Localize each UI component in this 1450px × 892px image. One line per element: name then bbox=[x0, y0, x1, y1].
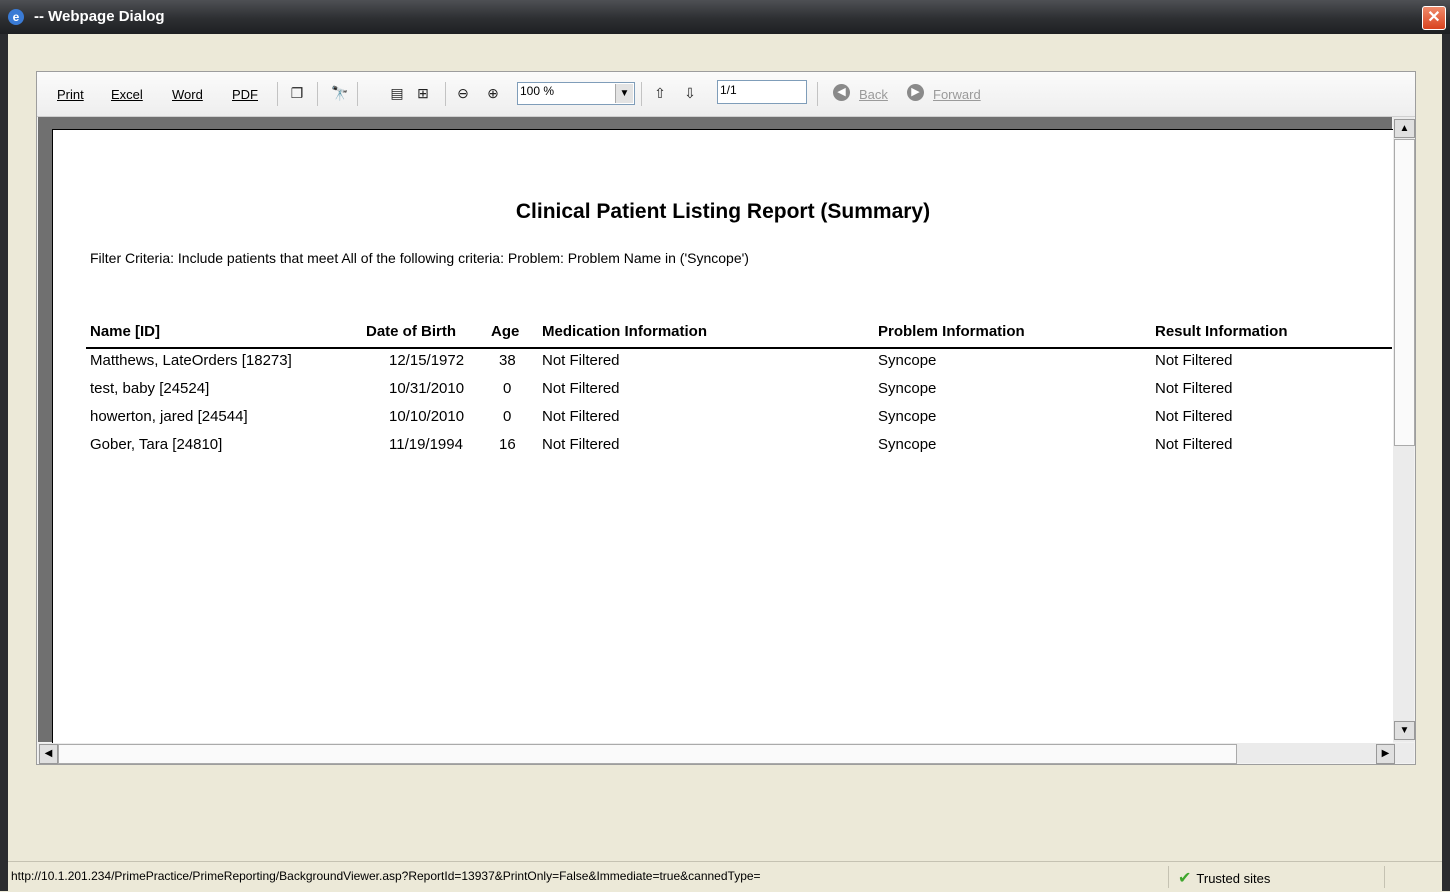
vertical-scrollbar[interactable]: ▲ ▼ bbox=[1393, 117, 1415, 742]
patient-age: 38 bbox=[499, 352, 516, 369]
table-row: test, baby [24524] 10/31/2010 0 Not Filt… bbox=[53, 380, 1393, 408]
problem-info: Syncope bbox=[878, 436, 937, 453]
patient-name: howerton, jared [24544] bbox=[90, 408, 248, 425]
patient-dob: 12/15/1972 bbox=[389, 352, 465, 369]
back-button[interactable]: Back bbox=[859, 87, 888, 102]
zoom-in-icon[interactable]: ⊕ bbox=[485, 85, 501, 101]
report-title: Clinical Patient Listing Report (Summary… bbox=[515, 200, 931, 223]
result-info: Not Filtered bbox=[1155, 408, 1233, 425]
medication-info: Not Filtered bbox=[542, 408, 620, 425]
patient-age: 0 bbox=[503, 408, 512, 425]
toolbar-separator bbox=[317, 82, 318, 106]
problem-info: Syncope bbox=[878, 352, 937, 369]
scroll-left-icon[interactable]: ◀ bbox=[39, 744, 58, 764]
window-frame-left bbox=[0, 34, 8, 891]
toolbar-separator bbox=[641, 82, 642, 106]
toolbar-separator bbox=[357, 82, 358, 106]
status-divider bbox=[1168, 866, 1169, 888]
scroll-right-icon[interactable]: ▶ bbox=[1376, 744, 1395, 764]
forward-button[interactable]: Forward bbox=[933, 87, 981, 102]
patient-dob: 11/19/1994 bbox=[389, 436, 463, 453]
patient-age: 0 bbox=[503, 380, 512, 397]
patient-age: 16 bbox=[499, 436, 516, 453]
toolbar-separator bbox=[277, 82, 278, 106]
header-rule bbox=[86, 347, 1392, 349]
column-header-result: Result Information bbox=[1155, 323, 1288, 340]
problem-info: Syncope bbox=[878, 380, 937, 397]
ie-icon: e bbox=[8, 9, 24, 25]
column-header-medication: Medication Information bbox=[542, 323, 707, 340]
previous-page-icon[interactable]: ⇧ bbox=[652, 85, 668, 101]
horizontal-scrollbar[interactable]: ◀ ▶ bbox=[38, 743, 1414, 764]
forward-arrow-icon[interactable]: ▶ bbox=[907, 84, 924, 101]
zoom-out-icon[interactable]: ⊖ bbox=[455, 85, 471, 101]
table-row: howerton, jared [24544] 10/10/2010 0 Not… bbox=[53, 408, 1393, 436]
page-value: 1/1 bbox=[720, 83, 737, 97]
patient-name: test, baby [24524] bbox=[90, 380, 210, 397]
toolbar-separator bbox=[817, 82, 818, 106]
medication-info: Not Filtered bbox=[542, 352, 620, 369]
column-header-dob: Date of Birth bbox=[366, 323, 456, 340]
problem-info: Syncope bbox=[878, 408, 937, 425]
medication-info: Not Filtered bbox=[542, 436, 620, 453]
status-url: http://10.1.201.234/PrimePractice/PrimeR… bbox=[11, 869, 761, 883]
patient-dob: 10/31/2010 bbox=[389, 380, 465, 397]
title-bar: e -- Webpage Dialog ✕ bbox=[0, 0, 1450, 34]
toolbar-separator bbox=[445, 82, 446, 106]
single-page-icon[interactable]: ▤ bbox=[389, 85, 405, 101]
scroll-down-icon[interactable]: ▼ bbox=[1394, 721, 1415, 740]
column-header-name: Name [ID] bbox=[90, 323, 161, 340]
security-zone: ✔ Trusted sites bbox=[1178, 868, 1270, 888]
scroll-thumb[interactable] bbox=[1394, 139, 1415, 446]
window-frame-right bbox=[1442, 34, 1450, 891]
excel-button[interactable]: Excel bbox=[111, 87, 143, 102]
patient-name: Gober, Tara [24810] bbox=[90, 436, 223, 453]
result-info: Not Filtered bbox=[1155, 380, 1233, 397]
zoom-value: 100 % bbox=[520, 84, 555, 98]
patient-dob: 10/10/2010 bbox=[389, 408, 465, 425]
zoom-select[interactable]: 100 % ▼ bbox=[517, 82, 635, 105]
back-arrow-icon[interactable]: ◀ bbox=[833, 84, 850, 101]
print-button[interactable]: Print bbox=[57, 87, 84, 102]
chevron-down-icon[interactable]: ▼ bbox=[615, 84, 633, 103]
scroll-up-icon[interactable]: ▲ bbox=[1394, 119, 1415, 138]
report-canvas: Clinical Patient Listing Report (Summary… bbox=[38, 117, 1393, 743]
next-page-icon[interactable]: ⇩ bbox=[682, 85, 698, 101]
window-title: -- Webpage Dialog bbox=[34, 8, 165, 25]
column-header-age: Age bbox=[491, 323, 520, 340]
close-button[interactable]: ✕ bbox=[1422, 6, 1446, 30]
report-viewer: Print Excel Word PDF ❐ 🔭 ▤ ⊞ ⊖ ⊕ 100 % ▼… bbox=[36, 71, 1416, 765]
binoculars-icon[interactable]: 🔭 bbox=[331, 85, 348, 101]
check-icon: ✔ bbox=[1178, 870, 1192, 887]
multi-page-icon[interactable]: ⊞ bbox=[415, 85, 431, 101]
column-header-problem: Problem Information bbox=[878, 323, 1025, 340]
filter-criteria: Filter Criteria: Include patients that m… bbox=[90, 250, 749, 266]
pdf-button[interactable]: PDF bbox=[232, 87, 258, 102]
scroll-thumb[interactable] bbox=[58, 744, 1237, 764]
page-number-input[interactable]: 1/1 bbox=[717, 80, 807, 104]
report-page: Clinical Patient Listing Report (Summary… bbox=[52, 129, 1393, 743]
medication-info: Not Filtered bbox=[542, 380, 620, 397]
result-info: Not Filtered bbox=[1155, 352, 1233, 369]
result-info: Not Filtered bbox=[1155, 436, 1233, 453]
viewer-toolbar: Print Excel Word PDF ❐ 🔭 ▤ ⊞ ⊖ ⊕ 100 % ▼… bbox=[37, 72, 1415, 117]
table-row: Matthews, LateOrders [18273] 12/15/1972 … bbox=[53, 352, 1393, 380]
security-zone-label: Trusted sites bbox=[1196, 871, 1271, 886]
patient-name: Matthews, LateOrders [18273] bbox=[90, 352, 292, 369]
status-bar: http://10.1.201.234/PrimePractice/PrimeR… bbox=[8, 861, 1442, 892]
status-divider bbox=[1384, 866, 1385, 888]
table-row: Gober, Tara [24810] 11/19/1994 16 Not Fi… bbox=[53, 436, 1393, 464]
copy-icon[interactable]: ❐ bbox=[289, 85, 305, 101]
word-button[interactable]: Word bbox=[172, 87, 203, 102]
